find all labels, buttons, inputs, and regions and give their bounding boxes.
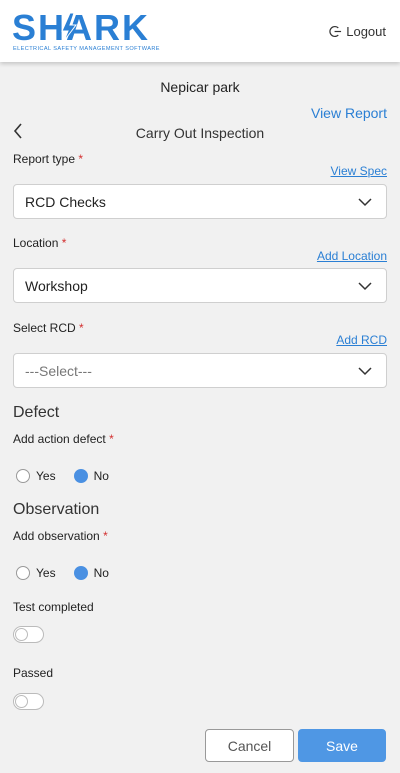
passed-label: Passed (13, 666, 54, 680)
add-location-link[interactable]: Add Location (317, 249, 387, 263)
passed-toggle[interactable] (13, 693, 44, 710)
observation-heading: Observation (13, 501, 100, 518)
view-spec-link[interactable]: View Spec (331, 164, 387, 178)
test-completed-label: Test completed (13, 600, 94, 614)
report-type-value: RCD Checks (25, 193, 106, 210)
chevron-down-icon (358, 367, 372, 376)
app-header: SHARK ELECTRICAL SAFETY MANAGEMENT SOFTW… (0, 0, 400, 62)
defect-no-radio[interactable] (73, 469, 88, 483)
logout-button[interactable]: Logout (329, 24, 386, 39)
select-rcd-label: Select RCD * (13, 321, 84, 335)
toggle-knob (15, 628, 28, 641)
site-name: Nepicar park (160, 79, 240, 95)
defect-heading: Defect (13, 404, 60, 421)
location-value: Workshop (25, 277, 88, 294)
add-observation-label: Add observation * (13, 529, 108, 543)
defect-yes-label: Yes (36, 469, 56, 483)
report-type-label: Report type * (13, 152, 84, 166)
brand-tagline: ELECTRICAL SAFETY MANAGEMENT SOFTWARE (13, 46, 160, 52)
observation-radio-group: Yes No (16, 566, 127, 580)
add-action-defect-label: Add action defect * (13, 432, 114, 446)
defect-yes-radio[interactable] (16, 469, 30, 483)
location-label: Location * (13, 236, 67, 250)
defect-no-label: No (93, 469, 109, 483)
location-select[interactable]: Workshop (13, 268, 387, 303)
page-title: Carry Out Inspection (135, 125, 265, 141)
report-type-select[interactable]: RCD Checks (13, 184, 387, 219)
chevron-down-icon (358, 198, 372, 207)
test-completed-toggle[interactable] (13, 626, 44, 643)
observation-yes-radio[interactable] (16, 566, 30, 580)
observation-no-radio[interactable] (73, 566, 88, 580)
add-rcd-link[interactable]: Add RCD (336, 333, 387, 347)
logout-label: Logout (346, 24, 386, 39)
observation-no-option[interactable]: No (73, 566, 109, 580)
rcd-select-value: ---Select--- (25, 362, 92, 379)
save-button[interactable]: Save (298, 729, 386, 762)
brand-name: SHARK (12, 9, 150, 48)
toggle-knob (15, 695, 28, 708)
observation-yes-label: Yes (36, 566, 56, 580)
logout-icon (329, 25, 342, 38)
chevron-down-icon (358, 282, 372, 291)
cancel-button[interactable]: Cancel (205, 729, 294, 762)
defect-radio-group: Yes No (16, 469, 127, 483)
observation-yes-option[interactable]: Yes (16, 566, 56, 580)
defect-no-option[interactable]: No (73, 469, 109, 483)
defect-yes-option[interactable]: Yes (16, 469, 56, 483)
shark-logo: SHARK ELECTRICAL SAFETY MANAGEMENT SOFTW… (12, 9, 160, 52)
view-report-link[interactable]: View Report (311, 105, 387, 121)
observation-no-label: No (93, 566, 109, 580)
rcd-select[interactable]: ---Select--- (13, 353, 387, 388)
